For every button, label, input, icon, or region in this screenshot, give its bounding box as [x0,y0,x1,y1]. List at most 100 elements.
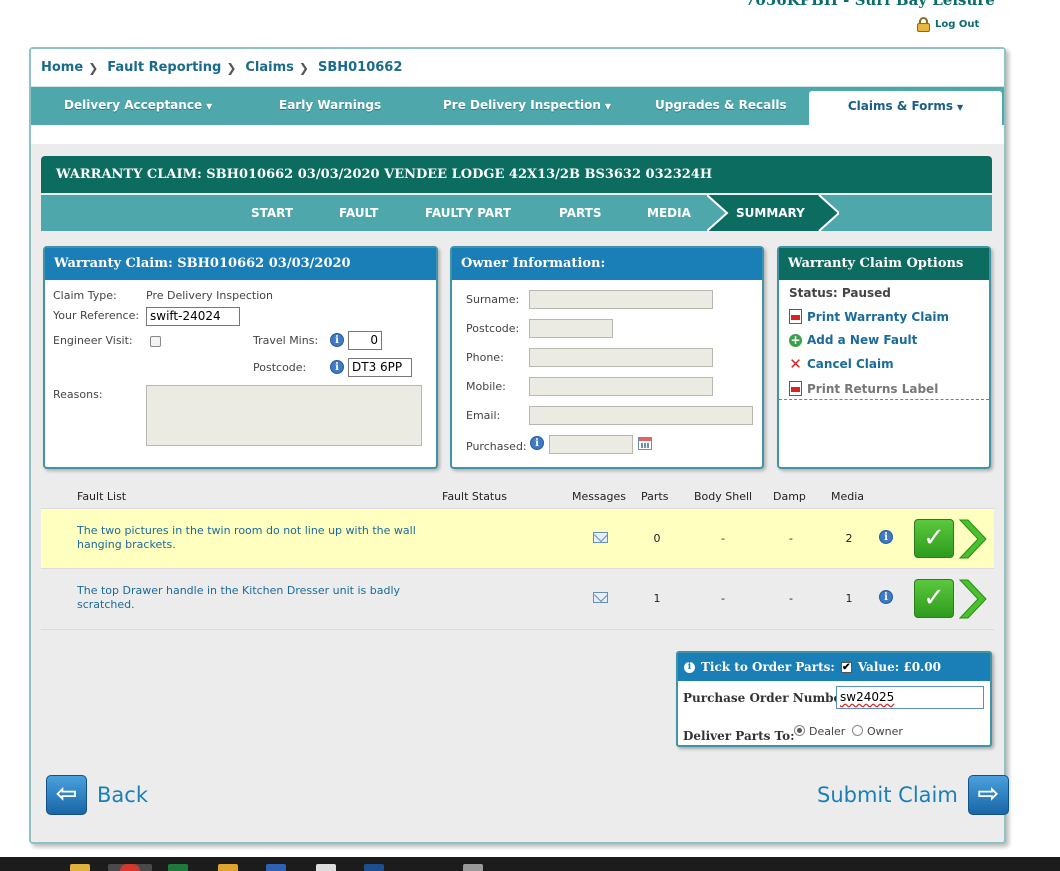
folder-icon[interactable] [70,864,90,871]
purchased-info-icon[interactable]: i [530,436,544,450]
claim-type-value: Pre Delivery Inspection [146,289,273,302]
os-taskbar [0,857,1060,871]
warranty-claim-panel: Warranty Claim: SBH010662 03/03/2020 Cla… [43,246,438,469]
chevron-right-icon: ❯ [226,60,237,75]
purchased-field [549,435,633,454]
envelope-icon[interactable] [593,592,608,603]
cancel-claim-link[interactable]: ✕ Cancel Claim [789,354,893,373]
app-icon[interactable] [364,864,384,871]
main-frame: Home ❯ Fault Reporting ❯ Claims ❯ SBH010662… [29,47,1009,844]
chevron-right-icon: ❯ [298,60,309,75]
breadcrumb-claims[interactable]: Claims [245,60,294,75]
info-icon[interactable]: i [684,661,695,673]
purchased-label: Purchased: [466,440,527,453]
step-parts[interactable]: PARTS [559,195,602,231]
print-returns-label-link[interactable]: Print Returns Label [789,381,938,396]
surname-field [529,290,713,309]
close-icon: ✕ [789,354,802,373]
claim-options-title: Warranty Claim Options [779,248,989,280]
app-icon[interactable] [316,864,336,871]
mobile-label: Mobile: [466,380,506,393]
breadcrumb-home[interactable]: Home [41,60,83,75]
nav-early-warnings[interactable]: Early Warnings [279,87,381,125]
order-parts-panel: i Tick to Order Parts: ✔ Value: £0.00 Pu… [676,651,992,747]
step-media[interactable]: MEDIA [647,195,691,231]
po-number-label: Purchase Order Number: [683,691,852,705]
deliver-dealer-radio[interactable] [794,725,805,736]
email-field [529,406,753,425]
claim-title: WARRANTY CLAIM: SBH010662 03/03/2020 VEN… [41,156,992,193]
nav-delivery-acceptance[interactable]: Delivery Acceptance ▼ [64,87,212,125]
fault-info-icon[interactable]: i [879,590,893,604]
reference-label: Your Reference: [53,309,140,322]
reference-input[interactable]: swift-24024 [146,307,240,326]
deliver-owner-radio[interactable] [852,725,863,736]
po-number-input[interactable]: sw24025 [836,686,984,709]
nav-claims-forms[interactable]: Claims & Forms ▼ [809,91,1002,127]
submit-claim-button[interactable]: Submit Claim ⇨ [817,775,1009,815]
order-value: Value: £0.00 [857,660,941,674]
engineer-visit-checkbox[interactable] [150,336,161,347]
app-icon[interactable] [218,864,238,871]
phone-label: Phone: [466,351,504,364]
travel-mins-label: Travel Mins: [253,334,319,347]
reasons-label: Reasons: [53,388,103,401]
caret-down-icon: ▼ [206,102,213,111]
mobile-field [529,377,713,396]
step-start[interactable]: START [251,195,293,231]
fault-description-link[interactable]: The top Drawer handle in the Kitchen Dre… [77,584,417,612]
approve-check-button[interactable]: ✓ [914,579,954,618]
step-faulty-part[interactable]: FAULTY PART [425,195,511,231]
table-row: The top Drawer handle in the Kitchen Dre… [41,569,994,630]
caret-down-icon: ▼ [604,102,612,111]
media-count: 1 [845,592,853,605]
step-summary[interactable]: SUMMARY [736,195,805,231]
print-warranty-claim-link[interactable]: Print Warranty Claim [789,309,949,324]
calendar-icon[interactable] [638,437,652,450]
travel-info-icon[interactable]: i [330,333,344,347]
user-account-name: 7056KPBH - Surf Bay Leisure [745,0,995,9]
fault-info-icon[interactable]: i [879,530,893,544]
nav-underband [31,125,1004,144]
parts-count: 1 [653,592,661,605]
chevron-right-icon[interactable] [958,518,988,560]
chevron-right-icon[interactable] [958,578,988,620]
postcode-input[interactable]: DT3 6PP [348,358,412,377]
breadcrumb-fault-reporting[interactable]: Fault Reporting [107,60,221,75]
excel-icon[interactable] [168,864,188,871]
arrow-left-icon: ⇦ [46,775,87,815]
owner-info-title: Owner Information: [452,248,762,280]
add-new-fault-link[interactable]: + Add a New Fault [789,333,917,347]
logout-label: Log Out [935,19,980,30]
nav-pre-delivery-inspection[interactable]: Pre Delivery Inspection ▼ [443,87,611,125]
media-header: Media [831,490,865,503]
phone-field [529,348,713,367]
app-icon[interactable] [463,864,483,871]
reasons-textarea[interactable] [146,385,422,446]
damp-value: - [789,532,793,545]
back-button[interactable]: ⇦ Back [46,775,148,815]
body-shell-header: Body Shell [694,490,753,503]
order-parts-checkbox[interactable]: ✔ [840,661,852,673]
nav-upgrades-recalls[interactable]: Upgrades & Recalls [655,87,787,125]
fault-status-header: Fault Status [442,490,507,503]
arrow-right-icon: ⇨ [967,775,1009,815]
travel-mins-input[interactable]: 0 [348,331,382,350]
tick-order-label: Tick to Order Parts: [701,660,835,674]
chrome-icon[interactable] [120,864,140,871]
approve-check-button[interactable]: ✓ [914,519,954,558]
step-fault[interactable]: FAULT [339,195,378,231]
word-icon[interactable] [266,864,286,871]
warranty-claim-title: Warranty Claim: SBH010662 03/03/2020 [45,248,436,280]
caret-down-icon: ▼ [956,103,964,112]
breadcrumb: Home ❯ Fault Reporting ❯ Claims ❯ SBH010662 [31,49,1004,87]
fault-description-link[interactable]: The two pictures in the twin room do not… [77,524,417,552]
claim-status: Status: Paused [789,286,891,300]
chevron-right-icon: ❯ [88,60,99,75]
logout-link[interactable]: Log Out [916,17,979,32]
envelope-icon[interactable] [593,532,608,543]
damp-value: - [789,592,793,605]
postcode-info-icon[interactable]: i [330,360,344,374]
postcode-label: Postcode: [253,361,307,374]
breadcrumb-claim-id[interactable]: SBH010662 [318,60,402,75]
